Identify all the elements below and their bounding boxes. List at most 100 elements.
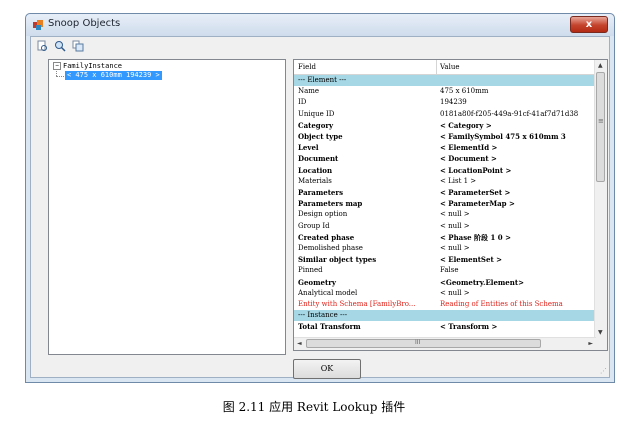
grid-row[interactable]: Location < LocationPoint > bbox=[294, 165, 596, 176]
tree-root-label[interactable]: FamilyInstance bbox=[63, 62, 122, 70]
toolbar bbox=[35, 39, 85, 55]
field-cell: Parameters bbox=[298, 188, 344, 197]
window-title: Snoop Objects bbox=[48, 18, 121, 29]
grid-row[interactable]: Pinned False bbox=[294, 265, 596, 276]
grid-row[interactable]: Parameters map < ParameterMap > bbox=[294, 198, 596, 209]
value-cell: < Phase 阶段 1 0 > bbox=[440, 232, 511, 242]
field-cell: --- Instance --- bbox=[298, 311, 348, 320]
close-button[interactable]: x bbox=[570, 16, 608, 33]
field-cell: Object type bbox=[298, 132, 343, 141]
value-cell: Reading of Entities of this Schema bbox=[440, 300, 563, 308]
value-cell: < null > bbox=[440, 244, 470, 252]
grid-row[interactable]: Level < ElementId > bbox=[294, 142, 596, 153]
grid-row[interactable]: Document < Document > bbox=[294, 153, 596, 164]
scroll-right-icon[interactable]: ► bbox=[588, 340, 593, 347]
value-column-header[interactable]: Value bbox=[436, 60, 596, 74]
copy-icon[interactable] bbox=[71, 39, 85, 53]
grid-row[interactable]: ID 194239 bbox=[294, 97, 596, 108]
value-cell: 0181a80f-f205-449a-91cf-41af7d71d38 bbox=[440, 109, 579, 118]
field-column-header[interactable]: Field bbox=[298, 60, 434, 74]
value-cell: < null > bbox=[440, 210, 470, 219]
value-cell: < null > bbox=[440, 221, 470, 230]
field-cell: Unique ID bbox=[298, 109, 335, 118]
value-cell: < ElementSet > bbox=[440, 255, 502, 265]
grid-row[interactable]: Analytical model < null > bbox=[294, 288, 596, 299]
snoop-icon[interactable] bbox=[35, 39, 49, 53]
value-cell: < ParameterMap > bbox=[440, 199, 515, 209]
grip-icon: ≡ bbox=[598, 117, 604, 125]
field-cell: Geometry bbox=[298, 277, 336, 287]
field-cell: Total Transform bbox=[298, 322, 361, 332]
property-grid[interactable]: Field Value --- Element --- Name 475 x 610… bbox=[293, 59, 608, 351]
field-cell: Location bbox=[298, 165, 333, 175]
tree-child-node[interactable]: < 475 x 610mm 194239 > bbox=[65, 71, 162, 80]
scroll-up-icon[interactable]: ▲ bbox=[598, 62, 603, 69]
grid-row[interactable]: Demolished phase < null > bbox=[294, 243, 596, 254]
field-cell: Group Id bbox=[298, 221, 330, 230]
field-cell: --- Element --- bbox=[298, 76, 347, 84]
value-cell: < ElementId > bbox=[440, 143, 498, 153]
figure-caption: 图 2.11 应用 Revit Lookup 插件 bbox=[222, 400, 406, 414]
grid-row[interactable]: Group Id < null > bbox=[294, 221, 596, 232]
scroll-down-icon[interactable]: ▼ bbox=[598, 329, 603, 336]
value-cell: 194239 bbox=[440, 98, 467, 107]
grid-row[interactable]: Materials < List 1 > bbox=[294, 176, 596, 187]
search-icon[interactable] bbox=[53, 39, 67, 53]
field-cell: Entity with Schema [FamilyBro... bbox=[298, 300, 416, 308]
value-cell: False bbox=[440, 266, 459, 275]
field-cell: Category bbox=[298, 120, 334, 130]
grid-row[interactable]: Name 475 x 610mm bbox=[294, 86, 596, 97]
grid-row[interactable]: Geometry <Geometry.Element> bbox=[294, 277, 596, 288]
grid-section-row[interactable]: --- Element --- bbox=[294, 75, 596, 87]
grid-rows: Field Value --- Element --- Name 475 x 610… bbox=[294, 60, 596, 338]
grid-header: Field Value bbox=[294, 60, 596, 75]
vertical-scroll-thumb[interactable]: ≡ bbox=[596, 72, 605, 182]
field-cell: Level bbox=[298, 143, 319, 153]
client-area: − FamilyInstance < 475 x 610mm 194239 > … bbox=[30, 36, 610, 379]
grip-icon: III bbox=[415, 339, 421, 346]
field-cell: Design option bbox=[298, 210, 348, 219]
app-icon bbox=[33, 20, 43, 30]
value-cell: < FamilySymbol 475 x 610mm 3 bbox=[440, 132, 566, 141]
title-bar[interactable]: Snoop Objects x bbox=[26, 14, 614, 36]
horizontal-scroll-thumb[interactable]: III bbox=[306, 339, 541, 348]
grid-row[interactable]: Created phase < Phase 阶段 1 0 > bbox=[294, 232, 596, 243]
tree-connector bbox=[56, 76, 64, 77]
ok-button[interactable]: OK bbox=[293, 359, 361, 379]
grid-section-row[interactable]: --- Instance --- bbox=[294, 310, 596, 322]
field-cell: Created phase bbox=[298, 232, 355, 242]
field-cell: Pinned bbox=[298, 266, 323, 275]
grid-row[interactable]: Parameters < ParameterSet > bbox=[294, 187, 596, 198]
scroll-left-icon[interactable]: ◄ bbox=[297, 340, 302, 347]
grid-row[interactable]: Entity with Schema [FamilyBro... Reading … bbox=[294, 299, 596, 310]
grid-row[interactable]: Object type < FamilySymbol 475 x 610mm 3 bbox=[294, 131, 596, 142]
value-cell: < List 1 > bbox=[440, 176, 477, 185]
field-cell: Parameters map bbox=[298, 199, 363, 209]
value-cell: < null > bbox=[440, 288, 470, 297]
collapse-icon[interactable]: − bbox=[53, 62, 61, 70]
value-cell: <Geometry.Element> bbox=[440, 277, 524, 287]
field-cell: Document bbox=[298, 154, 339, 164]
grid-row[interactable]: Total Transform < Transform > bbox=[294, 321, 596, 332]
object-tree[interactable]: − FamilyInstance < 475 x 610mm 194239 > bbox=[48, 59, 286, 355]
field-cell: ID bbox=[298, 98, 307, 107]
grid-row[interactable]: Unique ID 0181a80f-f205-449a-91cf-41af7d7… bbox=[294, 109, 596, 120]
horizontal-scrollbar[interactable]: ◄ III ► bbox=[294, 337, 596, 350]
value-cell: < LocationPoint > bbox=[440, 165, 512, 175]
field-cell: Name bbox=[298, 87, 320, 96]
value-cell: < Category > bbox=[440, 120, 492, 130]
value-cell: 475 x 610mm bbox=[440, 87, 489, 96]
field-cell: Similar object types bbox=[298, 255, 377, 265]
grid-row[interactable]: Category < Category > bbox=[294, 120, 596, 131]
tree-root-node[interactable]: − FamilyInstance bbox=[53, 62, 122, 70]
field-cell: Analytical model bbox=[298, 288, 358, 297]
grid-row[interactable]: Similar object types < ElementSet > bbox=[294, 254, 596, 265]
value-cell: < ParameterSet > bbox=[440, 188, 511, 197]
vertical-scrollbar[interactable]: ▲ ≡ ▼ bbox=[594, 60, 607, 338]
field-cell: Demolished phase bbox=[298, 244, 363, 252]
scrollbar-corner bbox=[595, 338, 607, 350]
resize-grip-icon[interactable]: ⋰ bbox=[600, 367, 607, 375]
field-cell: Materials bbox=[298, 176, 332, 185]
grid-row[interactable]: Design option < null > bbox=[294, 209, 596, 220]
value-cell: < Transform > bbox=[440, 322, 498, 332]
